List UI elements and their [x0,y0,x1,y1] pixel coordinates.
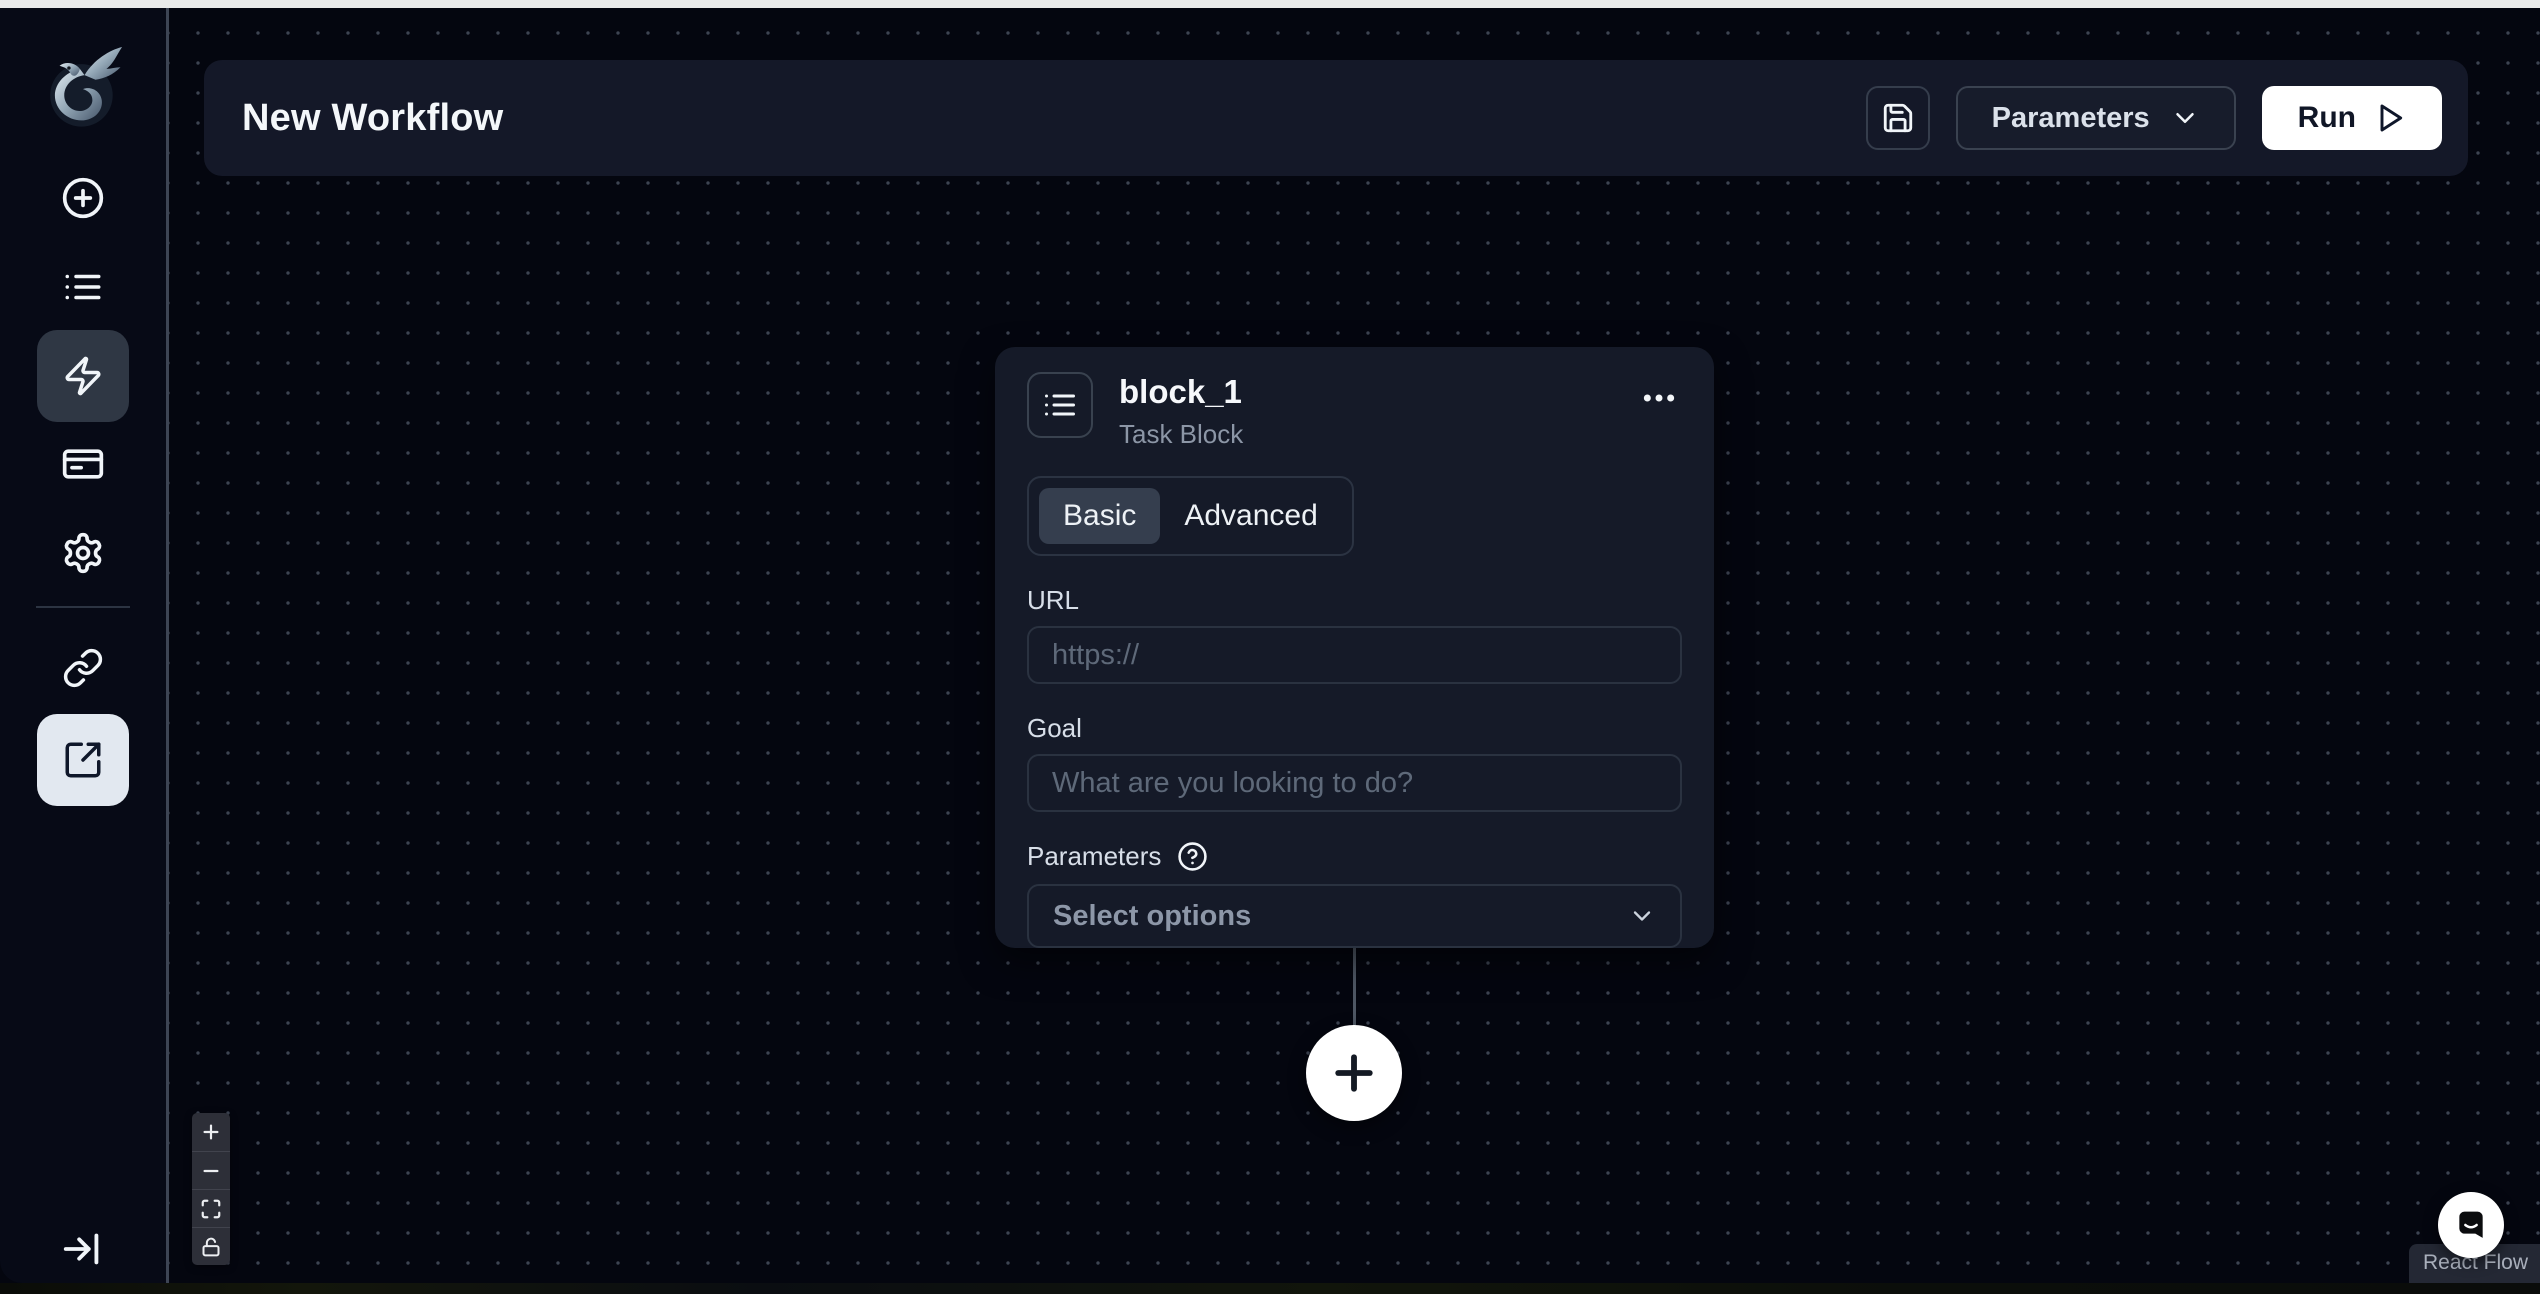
header-actions: Parameters Run [1866,86,2442,150]
sidebar-divider [36,606,130,608]
workflow-title[interactable]: New Workflow [242,97,1866,140]
parameters-select[interactable]: Select options [1027,884,1682,948]
block-titles: block_1 Task Block [1119,372,1636,450]
block-tabs: Basic Advanced [1027,476,1354,556]
sidebar-item-billing[interactable] [61,442,105,486]
block-menu-button[interactable] [1636,378,1682,418]
add-block-button[interactable] [1306,1025,1402,1121]
plus-circle-icon [61,176,105,220]
arrow-right-to-line-icon [60,1226,106,1272]
zoom-in-button[interactable] [192,1113,230,1151]
app-root: New Workflow Parameters Run [0,0,2540,1294]
minus-icon [200,1160,222,1182]
block-type-label: Task Block [1119,419,1636,450]
canvas-controls [192,1113,230,1265]
lock-toggle-button[interactable] [192,1227,230,1265]
sidebar-item-create[interactable] [61,176,105,220]
chat-widget-button[interactable] [2438,1192,2504,1258]
external-link-icon [62,739,104,781]
block-icon-box [1027,372,1093,438]
block-name: block_1 [1119,374,1636,410]
plus-icon [1327,1046,1381,1100]
save-button[interactable] [1866,86,1930,150]
gear-icon [61,531,105,575]
chevron-down-icon [1628,902,1656,930]
lightning-icon [62,355,104,397]
fit-view-button[interactable] [192,1189,230,1227]
tab-basic[interactable]: Basic [1039,488,1160,544]
sidebar-collapse-toggle[interactable] [60,1226,106,1272]
list-icon [1042,387,1078,423]
link-icon [62,647,104,689]
block-header: block_1 Task Block [1027,372,1682,450]
sidebar [0,8,169,1283]
fit-view-icon [200,1198,222,1220]
plus-icon [200,1121,222,1143]
workflow-header: New Workflow Parameters Run [204,60,2468,176]
list-icon [62,266,104,308]
play-icon [2374,102,2406,134]
sidebar-item-integrations[interactable] [62,647,104,689]
chat-bubble-icon [2451,1205,2491,1245]
url-input[interactable] [1027,626,1682,684]
ellipsis-icon [1639,378,1679,418]
select-placeholder: Select options [1053,900,1251,933]
parameters-dropdown-button[interactable]: Parameters [1956,86,2236,150]
zoom-out-button[interactable] [192,1151,230,1189]
chevron-down-icon [2170,103,2200,133]
sidebar-item-list[interactable] [62,266,104,308]
tab-advanced[interactable]: Advanced [1160,488,1341,544]
window-bottom-edge [0,1283,2540,1294]
lock-open-icon [201,1237,221,1257]
dragon-logo-icon [33,36,133,136]
run-button-label: Run [2298,101,2356,135]
sidebar-item-external[interactable] [37,714,129,806]
sidebar-item-workflows[interactable] [37,330,129,422]
sidebar-item-settings[interactable] [61,531,105,575]
goal-input[interactable] [1027,754,1682,812]
run-button[interactable]: Run [2262,86,2442,150]
help-circle-icon[interactable] [1177,841,1208,872]
url-label: URL [1027,585,1682,616]
skyvern-logo[interactable] [33,36,133,136]
parameters-row: Parameters [1027,841,1682,872]
workflow-edge [1353,948,1356,1026]
credit-card-icon [61,442,105,486]
parameters-label: Parameters [1027,841,1161,872]
save-icon [1881,101,1915,135]
parameters-button-label: Parameters [1992,102,2150,135]
window-top-edge [0,0,2540,8]
task-block-node[interactable]: block_1 Task Block Basic Advanced URL Go… [995,347,1714,948]
goal-label: Goal [1027,713,1682,744]
